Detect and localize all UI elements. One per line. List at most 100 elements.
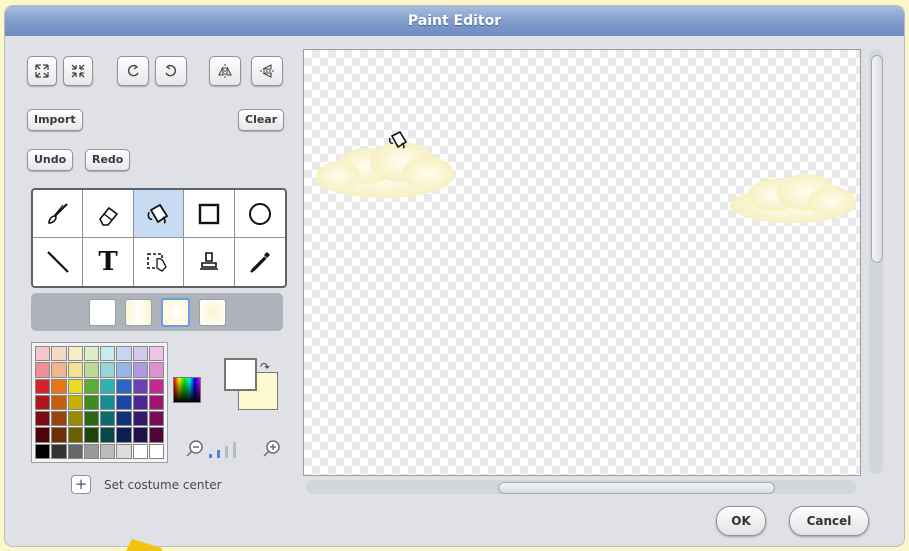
grow-icon (35, 64, 49, 78)
cancel-button[interactable]: Cancel (789, 506, 869, 536)
palette-swatch[interactable] (100, 411, 116, 427)
palette-swatch[interactable] (148, 443, 164, 459)
vertical-scroll-thumb[interactable] (871, 55, 883, 263)
palette-swatch[interactable] (132, 411, 148, 427)
rotate-right-button[interactable] (155, 56, 187, 86)
palette-swatch[interactable] (83, 362, 99, 378)
palette-swatch[interactable] (132, 362, 148, 378)
palette-swatch[interactable] (116, 378, 132, 394)
ok-button[interactable]: OK (716, 506, 766, 536)
horizontal-scroll-thumb[interactable] (498, 482, 775, 494)
eyedropper-tool[interactable] (235, 238, 285, 286)
palette-swatch[interactable] (51, 378, 67, 394)
rectangle-icon (198, 203, 220, 224)
palette-swatch[interactable] (51, 362, 67, 378)
palette-swatch[interactable] (148, 362, 164, 378)
stamp-tool[interactable] (184, 238, 235, 286)
fill-solid-option[interactable] (88, 298, 116, 326)
palette-swatch[interactable] (67, 411, 83, 427)
palette-swatch[interactable] (148, 394, 164, 411)
palette-swatch[interactable] (132, 443, 148, 459)
palette-swatch[interactable] (35, 362, 51, 378)
line-tool[interactable] (33, 238, 84, 286)
select-tool[interactable] (134, 238, 185, 286)
palette-swatch[interactable] (83, 394, 99, 411)
primary-color-swatch[interactable] (224, 358, 257, 391)
horizontal-scrollbar[interactable] (306, 480, 856, 494)
title-bar: Paint Editor (5, 6, 904, 36)
rotate-right-icon (165, 64, 177, 77)
undo-button[interactable]: Undo (27, 149, 74, 171)
palette-swatch[interactable] (148, 346, 164, 362)
palette-swatch[interactable] (51, 346, 67, 362)
palette-swatch[interactable] (35, 394, 51, 411)
zoom-in-icon[interactable] (262, 439, 282, 459)
fill-radial-gradient-option[interactable] (160, 297, 190, 327)
fill-bucket-tool[interactable] (133, 190, 185, 238)
vertical-scrollbar[interactable] (869, 49, 883, 474)
palette-swatch[interactable] (35, 346, 51, 362)
palette-swatch[interactable] (100, 443, 116, 459)
paintbrush-tool[interactable] (33, 190, 84, 238)
rectangle-tool[interactable] (184, 190, 235, 238)
palette-swatch[interactable] (132, 378, 148, 394)
palette-swatch[interactable] (83, 346, 99, 362)
palette-swatch[interactable] (100, 394, 116, 411)
palette-swatch[interactable] (132, 427, 148, 443)
palette-swatch[interactable] (100, 346, 116, 362)
palette-swatch[interactable] (148, 378, 164, 394)
palette-swatch[interactable] (67, 378, 83, 394)
palette-swatch[interactable] (100, 362, 116, 378)
palette-swatch[interactable] (67, 362, 83, 378)
palette-swatch[interactable] (83, 411, 99, 427)
palette-swatch[interactable] (67, 443, 83, 459)
palette-swatch[interactable] (132, 394, 148, 411)
flip-horizontal-button[interactable] (209, 56, 241, 86)
palette-swatch[interactable] (35, 443, 51, 459)
zoom-out-icon[interactable] (185, 439, 205, 459)
text-tool[interactable]: T (83, 238, 134, 286)
palette-swatch[interactable] (100, 427, 116, 443)
flip-vertical-button[interactable] (251, 56, 283, 86)
ellipse-tool[interactable] (234, 190, 285, 238)
palette-swatch[interactable] (83, 378, 99, 394)
shrink-button[interactable] (63, 56, 93, 86)
palette-swatch[interactable] (83, 443, 99, 459)
fill-bucket-icon (148, 203, 169, 224)
palette-swatch[interactable] (51, 443, 67, 459)
palette-swatch[interactable] (148, 427, 164, 443)
palette-swatch[interactable] (51, 411, 67, 427)
paint-canvas[interactable] (303, 49, 861, 476)
palette-swatch[interactable] (51, 394, 67, 411)
palette-swatch[interactable] (35, 427, 51, 443)
palette-swatch[interactable] (116, 443, 132, 459)
color-spectrum-button[interactable] (173, 377, 201, 403)
palette-swatch[interactable] (116, 346, 132, 362)
palette-swatch[interactable] (67, 346, 83, 362)
redo-button[interactable]: Redo (85, 149, 131, 171)
set-costume-center-button[interactable]: + (71, 475, 91, 494)
palette-swatch[interactable] (148, 411, 164, 427)
grow-button[interactable] (27, 56, 57, 86)
palette-swatch[interactable] (116, 394, 132, 411)
palette-swatch[interactable] (51, 427, 67, 443)
palette-swatch[interactable] (116, 362, 132, 378)
line-icon (46, 251, 69, 273)
palette-swatch[interactable] (35, 378, 51, 394)
fill-horizontal-gradient-option[interactable] (124, 298, 152, 326)
palette-swatch[interactable] (116, 427, 132, 443)
ellipse-icon (248, 202, 271, 225)
eraser-tool[interactable] (83, 190, 134, 238)
palette-swatch[interactable] (35, 411, 51, 427)
palette-swatch[interactable] (83, 427, 99, 443)
palette-swatch[interactable] (116, 411, 132, 427)
swap-colors-icon[interactable]: ↷ (260, 360, 270, 374)
rotate-left-button[interactable] (117, 56, 149, 86)
palette-swatch[interactable] (100, 378, 116, 394)
clear-button[interactable]: Clear (238, 109, 285, 131)
palette-swatch[interactable] (67, 394, 83, 411)
fill-vertical-gradient-option[interactable] (198, 298, 226, 326)
import-button[interactable]: Import (27, 109, 83, 131)
palette-swatch[interactable] (67, 427, 83, 443)
palette-swatch[interactable] (132, 346, 148, 362)
